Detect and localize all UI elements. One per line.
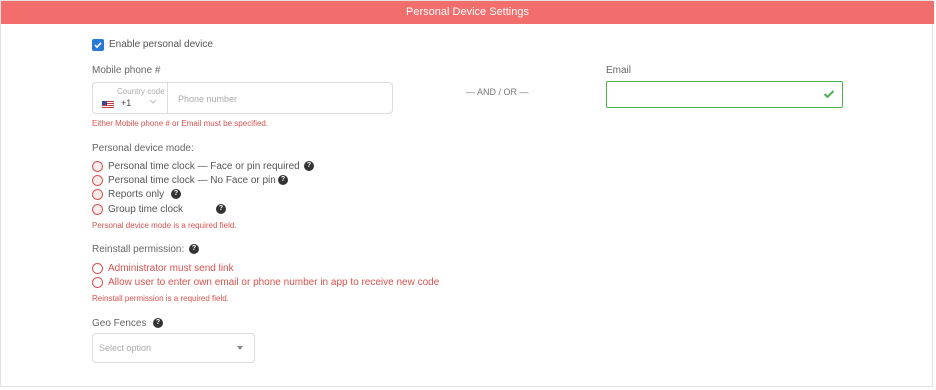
geo-fences-select[interactable]: Select option [92, 333, 255, 363]
radio-mode-group-clock[interactable] [92, 204, 103, 215]
radio-label: Administrator must send link [108, 263, 234, 274]
radio-label: Group time clock [108, 204, 184, 215]
reinstall-permission-label: Reinstall permission: [92, 244, 185, 255]
help-icon[interactable]: ? [171, 189, 181, 199]
radio-reinstall-admin-link[interactable] [92, 263, 103, 274]
country-code-label: Country code [117, 87, 165, 96]
help-icon[interactable]: ? [278, 175, 288, 185]
radio-label: Allow user to enter own email or phone n… [108, 277, 440, 288]
radio-label: Reports only [108, 189, 165, 200]
help-icon[interactable]: ? [216, 204, 226, 214]
reinstall-permission-error: Reinstall permission is a required field… [92, 294, 229, 303]
chevron-down-icon [149, 99, 157, 104]
enable-device-checkbox[interactable] [92, 39, 104, 51]
help-icon[interactable]: ? [189, 244, 199, 254]
geo-fences-label: Geo Fences [92, 318, 147, 329]
radio-mode-no-face-pin[interactable] [92, 175, 103, 186]
select-placeholder: Select option [99, 343, 152, 353]
radio-mode-face-pin[interactable] [92, 161, 103, 172]
device-mode-error: Personal device mode is a required field… [92, 221, 237, 230]
checkmark-icon [94, 42, 102, 49]
radio-mode-reports-only[interactable] [92, 189, 103, 200]
check-icon [823, 90, 835, 99]
country-code-value: +1 [121, 98, 132, 108]
phone-number-input[interactable]: Phone number [178, 94, 237, 104]
settings-card: Personal Device Settings Enable personal… [0, 0, 934, 387]
phone-input-group: Country code +1 Phone number [92, 82, 393, 114]
us-flag-icon [102, 101, 114, 108]
country-code-select[interactable]: Country code +1 [93, 83, 167, 113]
help-icon[interactable]: ? [304, 161, 314, 171]
caret-down-icon [237, 346, 243, 350]
help-icon[interactable]: ? [153, 318, 163, 328]
email-label: Email [606, 65, 632, 76]
mobile-phone-label: Mobile phone # [92, 65, 161, 76]
radio-label: Personal time clock — Face or pin requir… [108, 161, 300, 172]
device-mode-label: Personal device mode: [92, 143, 194, 154]
email-field[interactable] [606, 81, 843, 108]
radio-reinstall-user-code[interactable] [92, 277, 103, 288]
enable-device-label: Enable personal device [109, 39, 213, 50]
radio-label: Personal time clock — No Face or pin [108, 175, 276, 186]
and-or-separator: — AND / OR — [466, 87, 529, 97]
divider [167, 83, 168, 113]
contact-error: Either Mobile phone # or Email must be s… [92, 119, 269, 128]
page-title: Personal Device Settings [1, 1, 934, 24]
